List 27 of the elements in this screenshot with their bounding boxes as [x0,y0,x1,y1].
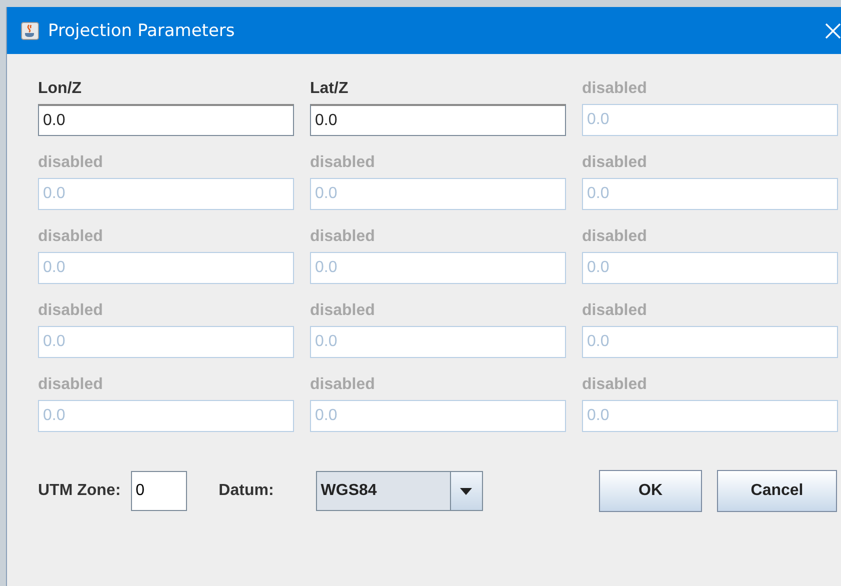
parameter-label: disabled [310,227,376,247]
parameter-label: disabled [38,227,104,247]
parameter-label: disabled [582,79,648,99]
ok-button[interactable]: OK [599,470,702,512]
window-title: Projection Parameters [48,20,235,40]
datum-dropdown[interactable]: WGS84 [316,471,483,511]
parameter-field[interactable]: 0.0 [38,104,294,136]
parameter-label: disabled [582,153,648,173]
parameter-label: disabled [310,375,376,395]
parameter-label: disabled [38,375,104,395]
utm-zone-label: UTM Zone: [38,482,121,500]
parameter-label: Lat/Z [310,79,350,99]
parameter-label: disabled [582,375,648,395]
cancel-button[interactable]: Cancel [717,470,837,512]
utm-zone-field[interactable]: 0 [130,471,187,511]
parameter-label: Lon/Z [38,79,83,99]
caret-icon [460,488,472,494]
parameter-label: disabled [582,301,648,321]
parameter-label: disabled [310,153,376,173]
parameter-label: disabled [38,153,104,173]
parameter-label: disabled [310,301,376,321]
parameter-field[interactable]: 0.0 [310,104,566,136]
close-icon[interactable] [825,22,841,38]
parameter-label: disabled [38,301,104,321]
datum-label: Datum: [218,482,274,500]
parameter-label: disabled [582,227,648,247]
cup-icon [21,22,39,40]
